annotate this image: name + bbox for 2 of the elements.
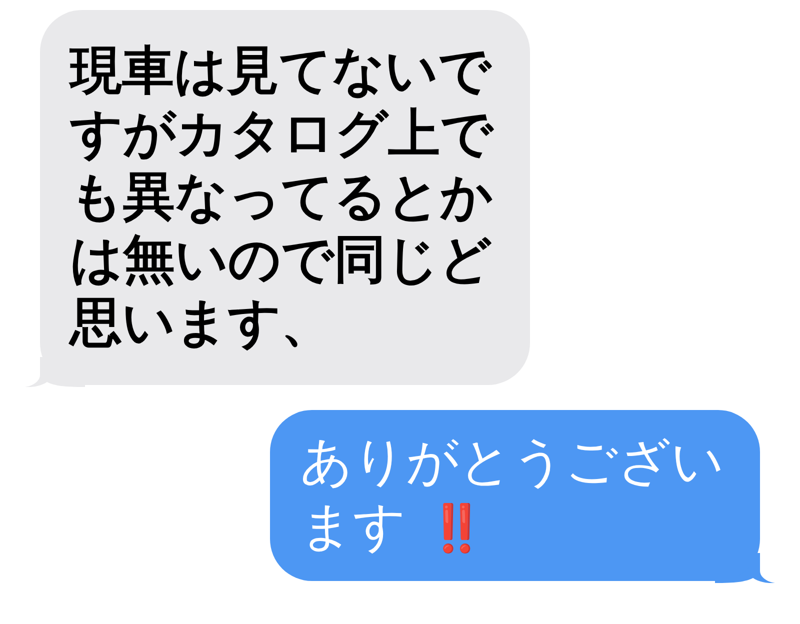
message-text: ありがとうございます ‼ (300, 432, 724, 557)
message-text: 現車は見てないですがカタログ上でも異なってるとかは無いので同じど思います、 (70, 41, 493, 353)
